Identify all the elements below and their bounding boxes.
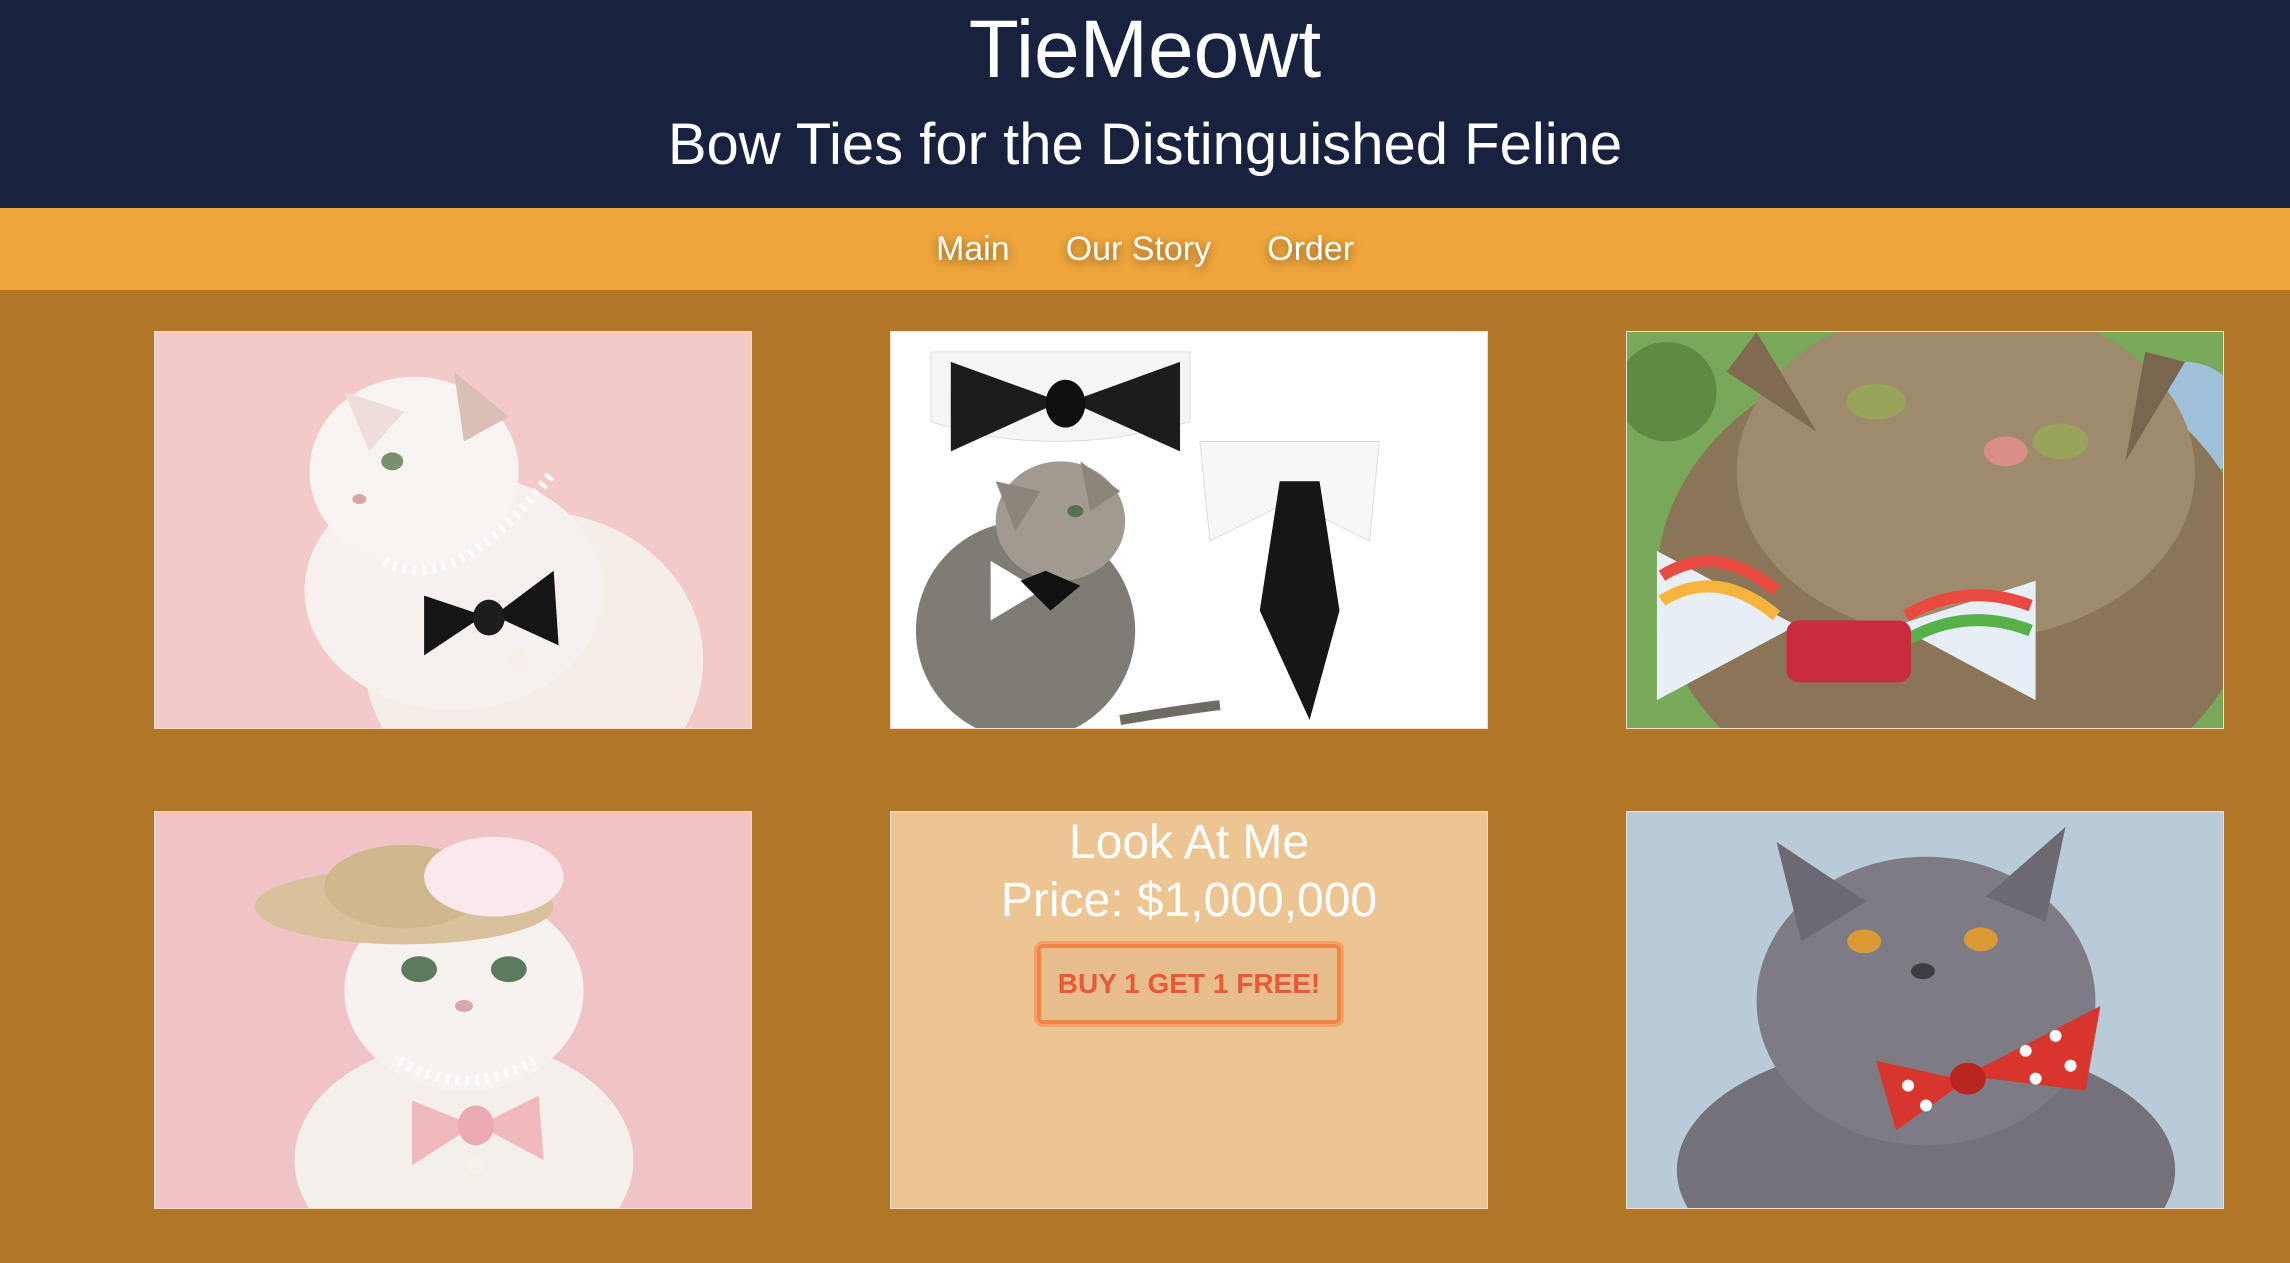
- nav-link-our-story[interactable]: Our Story: [1066, 230, 1211, 269]
- product-name: Look At Me: [1068, 816, 1310, 869]
- cat-photo-icon: [155, 812, 751, 1208]
- nav-link-main[interactable]: Main: [936, 230, 1010, 269]
- cat-photo-icon: [155, 332, 751, 728]
- product-image-white-cat-black-bow[interactable]: [154, 331, 752, 729]
- buy-one-get-one-button[interactable]: BUY 1 GET 1 FREE!: [1034, 941, 1344, 1027]
- product-image-tuxedo-set[interactable]: [890, 331, 1488, 729]
- cat-photo-icon: [1627, 332, 2223, 728]
- cat-photo-icon: [891, 332, 1487, 728]
- product-price: Price: $1,000,000: [1000, 874, 1378, 927]
- site-tagline: Bow Ties for the Distinguished Feline: [667, 112, 1623, 177]
- nav-link-order[interactable]: Order: [1267, 230, 1354, 269]
- product-image-cat-straw-hat[interactable]: [154, 811, 752, 1209]
- cat-photo-icon: [1627, 812, 2223, 1208]
- site-title: TieMeowt: [968, 4, 1322, 95]
- product-image-grey-cat-red-bow[interactable]: [1626, 811, 2224, 1209]
- site-header: TieMeowt Bow Ties for the Distinguished …: [0, 0, 2290, 208]
- main-nav: Main Our Story Order: [0, 208, 2290, 290]
- product-image-rainbow-bow[interactable]: [1626, 331, 2224, 729]
- product-card-look-at-me: Look At Me Price: $1,000,000 BUY 1 GET 1…: [890, 811, 1488, 1209]
